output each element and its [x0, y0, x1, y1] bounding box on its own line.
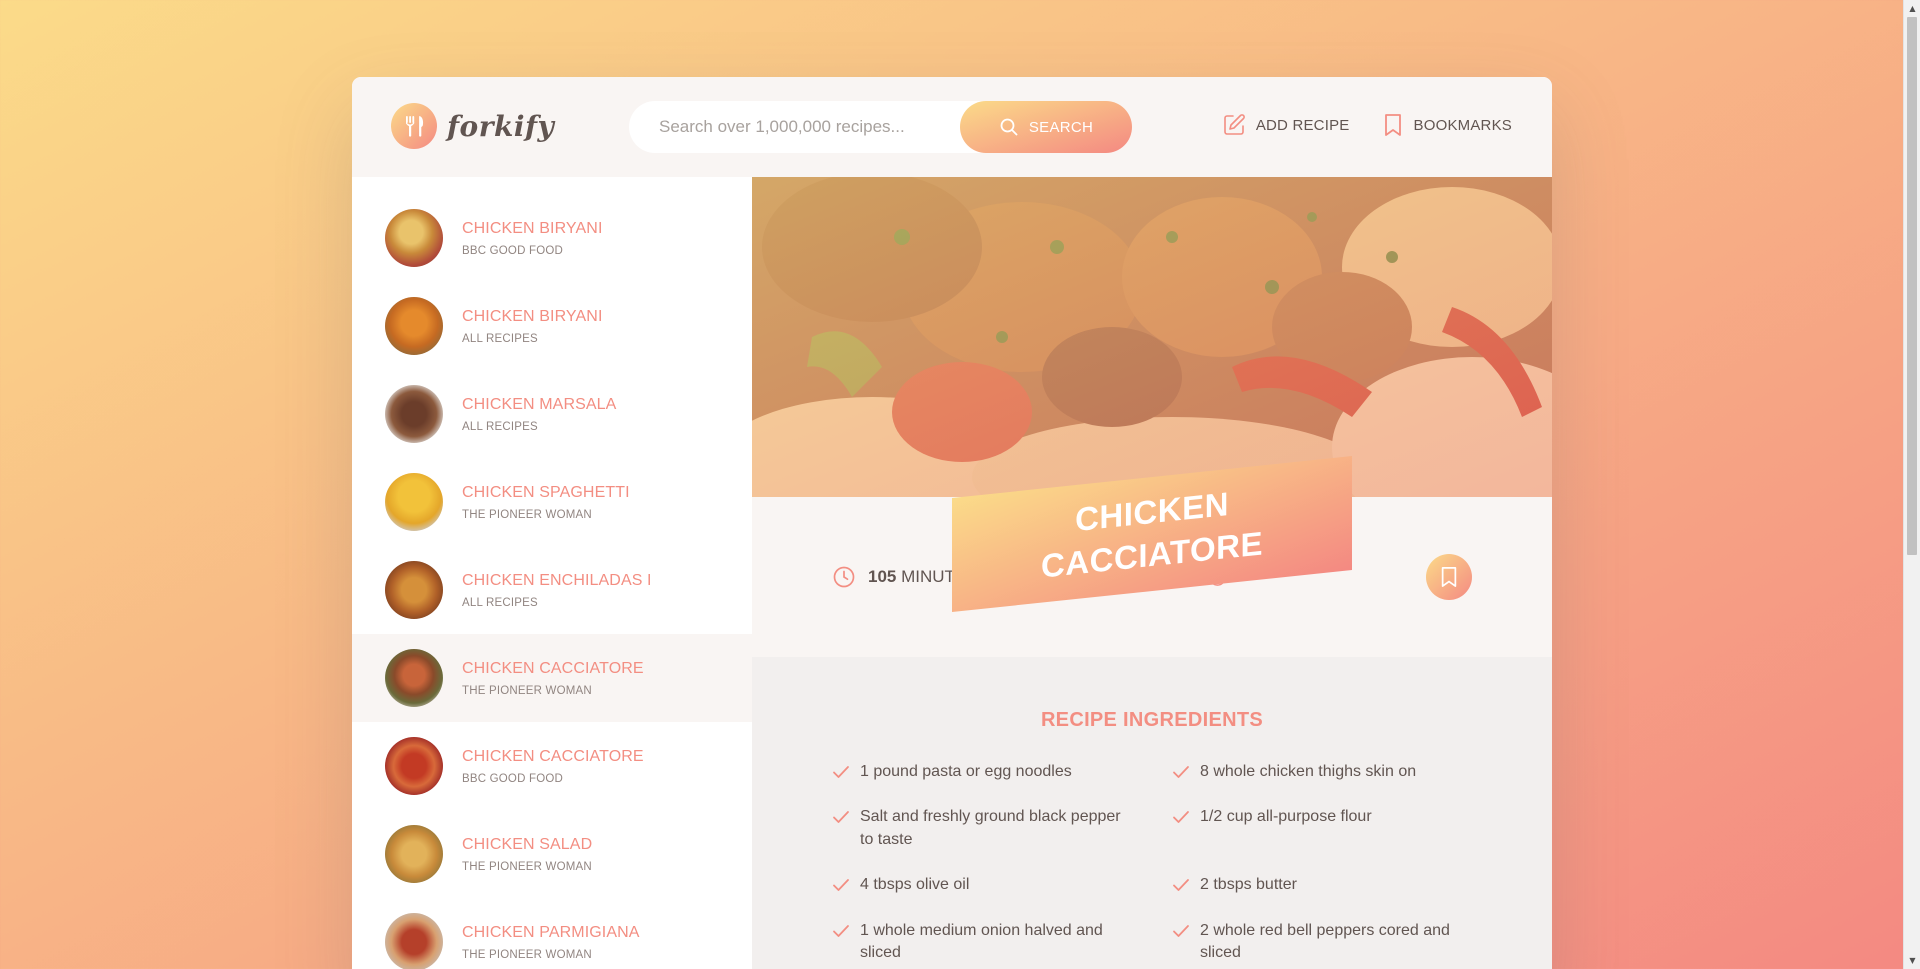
- result-thumbnail: [385, 737, 443, 795]
- scroll-up-arrow-icon[interactable]: ▲: [1904, 0, 1920, 17]
- result-publisher: The Pioneer Woman: [462, 948, 592, 961]
- search-input[interactable]: [629, 117, 960, 137]
- clock-icon: [833, 566, 855, 588]
- check-icon: [833, 811, 849, 824]
- ingredient-item: 4 tbsps olive oil: [832, 874, 1132, 896]
- page-scrollbar[interactable]: ▲ ▼: [1903, 0, 1920, 969]
- result-publisher: All Recipes: [462, 596, 538, 609]
- result-title: Chicken Parmigiana: [462, 923, 640, 941]
- ingredient-item: 2 tbsps butter: [1172, 874, 1472, 896]
- bookmark-icon: [1384, 114, 1401, 136]
- ingredients-section: Recipe ingredients 1 pound pasta or egg …: [752, 657, 1552, 969]
- ingredients-heading: Recipe ingredients: [1040, 709, 1264, 731]
- main-nav: Add recipe Bookmarks: [1222, 113, 1512, 137]
- ingredient-item: 1/2 cup all-purpose flour: [1172, 806, 1472, 851]
- check-icon: [833, 879, 849, 892]
- fork-knife-icon: [391, 103, 437, 149]
- result-title: Chicken Marsala: [462, 395, 617, 413]
- result-thumbnail: [385, 473, 443, 531]
- add-recipe-label: Add recipe: [1255, 116, 1350, 134]
- result-item[interactable]: Chicken Enchiladas I All Recipes: [352, 546, 752, 634]
- result-thumbnail: [385, 209, 443, 267]
- ingredient-item: 2 whole red bell peppers cored and slice…: [1172, 920, 1472, 965]
- ingredient-item: 1 whole medium onion halved and sliced: [832, 920, 1132, 965]
- result-item[interactable]: Chicken Biryani BBC Good Food: [352, 194, 752, 282]
- result-thumbnail: [385, 385, 443, 443]
- result-title: Chicken Enchiladas I: [462, 571, 652, 589]
- result-publisher: All Recipes: [462, 420, 538, 433]
- check-icon: [1173, 879, 1189, 892]
- result-title: Chicken Spaghetti: [462, 483, 630, 501]
- bookmarks-button[interactable]: Bookmarks: [1382, 113, 1513, 137]
- bookmark-recipe-button[interactable]: [1426, 554, 1472, 600]
- app-container: forkify Search Add recipe: [352, 77, 1552, 969]
- result-item[interactable]: Chicken Cacciatore BBC Good Food: [352, 722, 752, 810]
- search-icon: [1000, 118, 1018, 136]
- result-item[interactable]: Chicken Salad The Pioneer Woman: [352, 810, 752, 898]
- ingredients-list: 1 pound pasta or egg noodles 8 whole chi…: [832, 761, 1472, 964]
- check-icon: [1173, 811, 1189, 824]
- result-publisher: BBC Good Food: [462, 244, 563, 257]
- ingredient-item: 8 whole chicken thighs skin on: [1172, 761, 1472, 783]
- check-icon: [1173, 766, 1189, 778]
- edit-icon: [1224, 114, 1245, 135]
- result-title: Chicken Cacciatore: [462, 747, 644, 765]
- result-item[interactable]: Chicken Marsala All Recipes: [352, 370, 752, 458]
- result-publisher: The Pioneer Woman: [462, 860, 592, 873]
- result-publisher: All Recipes: [462, 332, 538, 345]
- result-thumbnail: [385, 297, 443, 355]
- recipe: Chicken Cacciatore 105 minutes 4 serving…: [752, 177, 1552, 969]
- result-publisher: BBC Good Food: [462, 772, 563, 785]
- result-item-active[interactable]: Chicken Cacciatore The Pioneer Woman: [352, 634, 752, 722]
- recipe-image: [752, 177, 1552, 497]
- result-title: Chicken Cacciatore: [462, 659, 644, 677]
- scroll-down-arrow-icon[interactable]: ▼: [1904, 952, 1920, 969]
- bookmarks-label: Bookmarks: [1413, 116, 1512, 134]
- result-title: Chicken Biryani: [462, 307, 603, 325]
- result-title: Chicken Salad: [462, 835, 593, 853]
- header: forkify Search Add recipe: [352, 77, 1552, 177]
- bookmark-icon: [1441, 567, 1457, 587]
- result-item[interactable]: Chicken Parmigiana The Pioneer Woman: [352, 898, 752, 969]
- result-thumbnail: [385, 913, 443, 969]
- result-title: Chicken Biryani: [462, 219, 603, 237]
- search-results: Chicken Biryani BBC Good Food Chicken Bir…: [352, 177, 752, 969]
- result-publisher: The Pioneer Woman: [462, 684, 592, 697]
- ingredient-item: Salt and freshly ground black pepper to …: [832, 806, 1132, 851]
- logo[interactable]: forkify: [391, 103, 554, 149]
- logo-text: forkify: [447, 109, 555, 143]
- result-item[interactable]: Chicken Spaghetti The Pioneer Woman: [352, 458, 752, 546]
- check-icon: [833, 924, 849, 937]
- result-item[interactable]: Chicken Biryani All Recipes: [352, 282, 752, 370]
- result-thumbnail: [385, 649, 443, 707]
- scrollbar-thumb[interactable]: [1907, 17, 1917, 555]
- search-button[interactable]: Search: [960, 101, 1132, 153]
- ingredient-item: 1 pound pasta or egg noodles: [832, 761, 1132, 783]
- result-thumbnail: [385, 825, 443, 883]
- minutes-value: 105: [868, 567, 897, 586]
- result-thumbnail: [385, 561, 443, 619]
- add-recipe-button[interactable]: Add recipe: [1222, 113, 1350, 137]
- result-publisher: The Pioneer Woman: [462, 508, 592, 521]
- search-button-label: Search: [1028, 118, 1094, 136]
- check-icon: [833, 766, 849, 778]
- search-form: Search: [629, 101, 1132, 153]
- check-icon: [1173, 924, 1189, 937]
